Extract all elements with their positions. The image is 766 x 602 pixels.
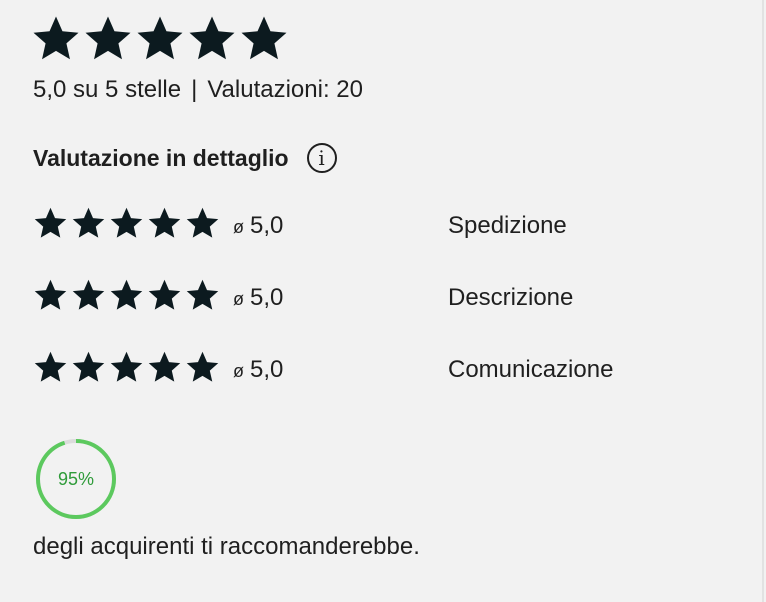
star-icon bbox=[33, 16, 79, 60]
row-label: Comunicazione bbox=[448, 356, 614, 383]
recommendation-gauge: 95% bbox=[34, 437, 118, 521]
star-icon bbox=[186, 279, 219, 310]
star-icon bbox=[110, 279, 143, 310]
detail-title: Valutazione in dettaglio bbox=[33, 144, 289, 171]
overall-stars bbox=[31, 14, 289, 64]
summary-count: Valutazioni: 20 bbox=[207, 76, 363, 103]
star-icon bbox=[241, 16, 287, 60]
star-icon bbox=[34, 351, 67, 382]
summary-separator: | bbox=[191, 76, 198, 103]
star-icon bbox=[186, 207, 219, 238]
star-icon bbox=[148, 351, 181, 382]
star-icon bbox=[186, 351, 219, 382]
row-average: ø 5,0 bbox=[233, 212, 283, 240]
row-stars bbox=[33, 350, 220, 385]
star-icon bbox=[34, 207, 67, 238]
average-value: 5,0 bbox=[250, 284, 284, 311]
star-icon bbox=[137, 16, 183, 60]
row-average: ø 5,0 bbox=[233, 284, 283, 312]
star-icon bbox=[85, 16, 131, 60]
detail-row-descrizione: ø 5,0 Descrizione bbox=[33, 276, 733, 348]
star-icon bbox=[148, 279, 181, 310]
row-stars bbox=[33, 206, 220, 241]
recommendation-percent: 95% bbox=[57, 468, 95, 489]
star-icon bbox=[72, 279, 105, 310]
recommendation-text: degli acquirenti ti raccomanderebbe. bbox=[33, 533, 420, 560]
rating-summary: 5,0 su 5 stelle | Valutazioni: 20 bbox=[33, 76, 363, 104]
star-icon bbox=[72, 207, 105, 238]
detail-row-comunicazione: ø 5,0 Comunicazione bbox=[33, 348, 733, 420]
star-icon bbox=[72, 351, 105, 382]
star-icon bbox=[34, 279, 67, 310]
info-icon[interactable]: i bbox=[306, 143, 337, 173]
average-value: 5,0 bbox=[250, 356, 284, 383]
star-icon bbox=[148, 207, 181, 238]
row-average: ø 5,0 bbox=[233, 356, 283, 384]
average-symbol: ø bbox=[233, 217, 244, 237]
detail-heading: Valutazione in dettaglio i bbox=[33, 143, 337, 173]
star-icon bbox=[110, 351, 143, 382]
row-label: Spedizione bbox=[448, 212, 567, 239]
summary-score: 5,0 su 5 stelle bbox=[33, 76, 182, 103]
star-icon bbox=[189, 16, 235, 60]
average-value: 5,0 bbox=[250, 212, 284, 239]
detail-rows: ø 5,0 Spedizione ø 5,0 Descrizione ø 5,0… bbox=[33, 204, 733, 420]
average-symbol: ø bbox=[233, 289, 244, 309]
star-icon bbox=[110, 207, 143, 238]
row-label: Descrizione bbox=[448, 284, 574, 311]
rating-panel: 5,0 su 5 stelle | Valutazioni: 20 Valutazi… bbox=[0, 0, 764, 602]
detail-row-spedizione: ø 5,0 Spedizione bbox=[33, 204, 733, 276]
average-symbol: ø bbox=[233, 361, 244, 381]
row-stars bbox=[33, 278, 220, 313]
